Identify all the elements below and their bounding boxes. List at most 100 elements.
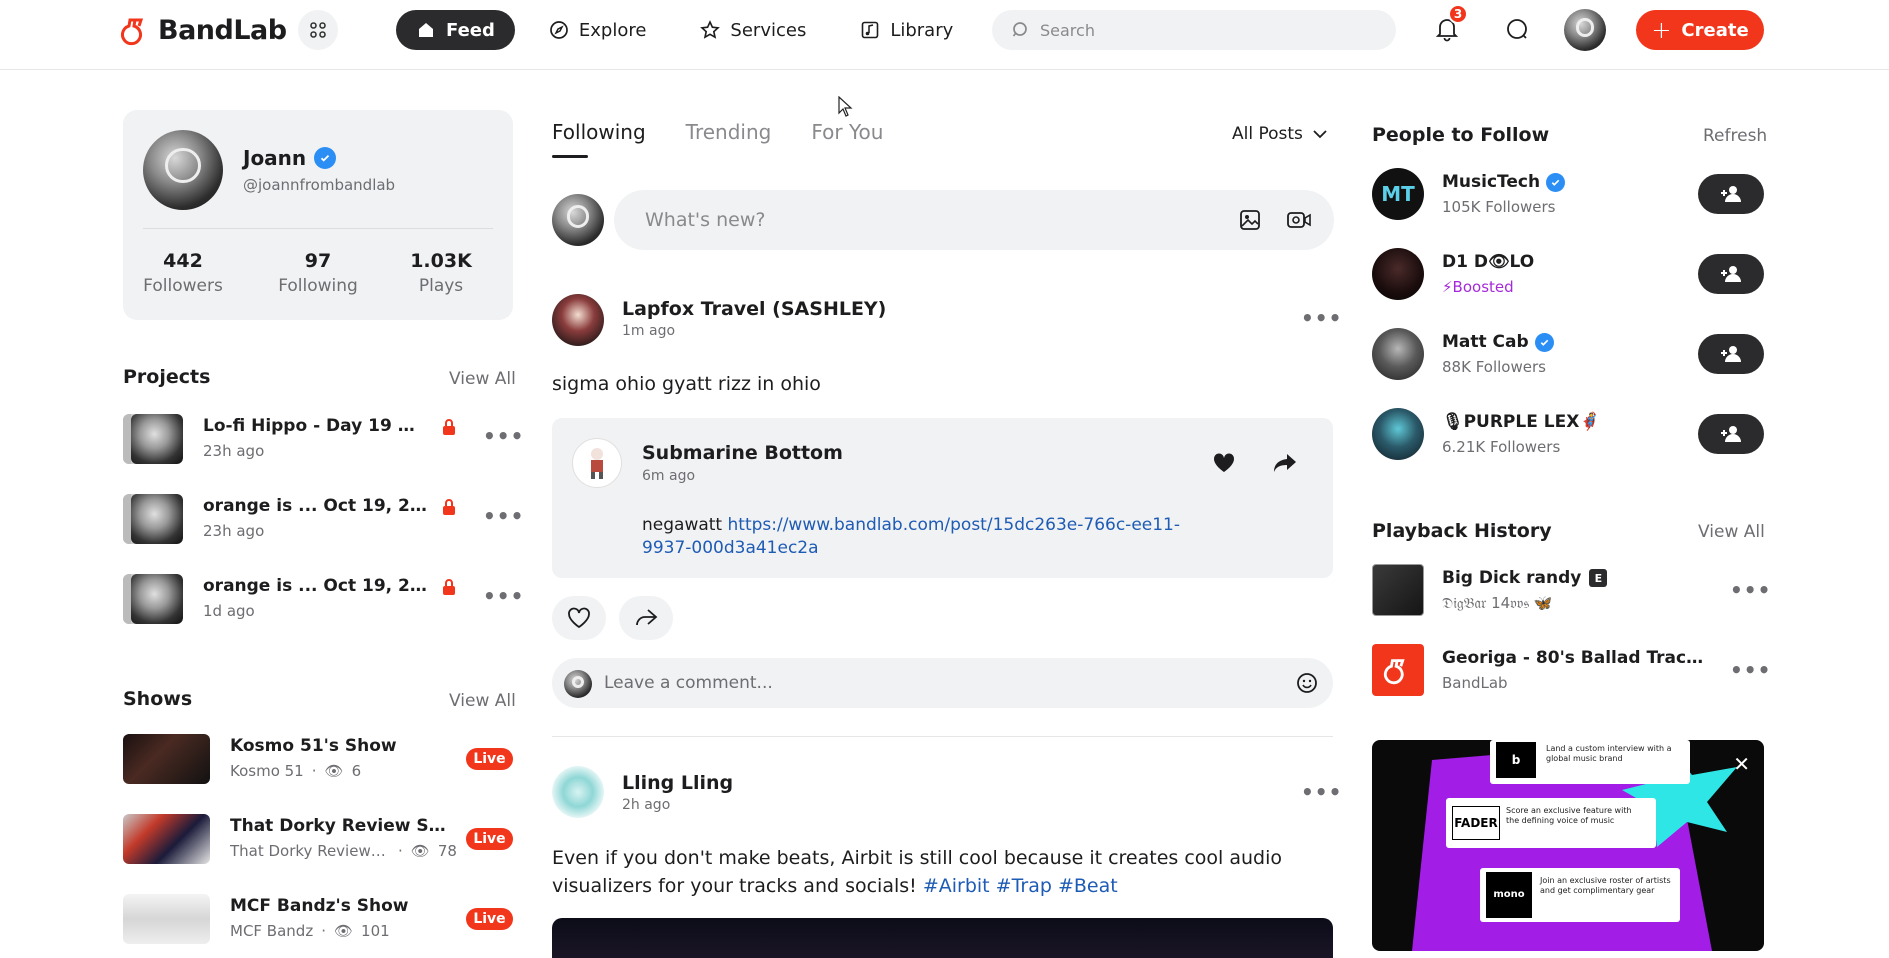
history-track[interactable]: Big Dick randy E 𝔇𝔦𝔤𝔅𝔞𝔯 14𝔳𝔳𝔰 🦋 ••• bbox=[1372, 564, 1770, 624]
search-icon bbox=[1012, 22, 1027, 37]
like-button[interactable] bbox=[552, 596, 606, 640]
posts-filter-dropdown[interactable]: All Posts bbox=[1232, 124, 1327, 144]
suggested-user-name-row: MusicTech bbox=[1442, 172, 1566, 192]
project-item[interactable]: Lo-fi Hippo - Day 19 Oct 2... 23h ago ••… bbox=[123, 410, 523, 470]
stat-label: Plays bbox=[418, 276, 464, 296]
project-item[interactable]: orange is ... Oct 19, 2023, ... 23h ago … bbox=[123, 490, 523, 550]
tab-trending[interactable]: Trending bbox=[686, 120, 772, 158]
profile-name-row[interactable]: Joann bbox=[243, 146, 337, 170]
share-icon[interactable] bbox=[1272, 452, 1298, 474]
create-button[interactable]: + Create bbox=[1636, 10, 1764, 50]
hashtag-link[interactable]: #Trap bbox=[996, 875, 1052, 897]
stat-followers[interactable]: 442 Followers bbox=[123, 250, 243, 296]
profile-avatar[interactable] bbox=[143, 130, 223, 210]
suggested-user[interactable]: 🎙PURPLE LEX🦸 6.21K Followers bbox=[1372, 408, 1764, 468]
user-avatar[interactable] bbox=[1564, 9, 1606, 51]
stat-following[interactable]: 97 Following bbox=[258, 250, 378, 296]
nav-feed[interactable]: Feed bbox=[396, 10, 515, 50]
membership-ad[interactable]: ✕ b Land a custom interview with a globa… bbox=[1372, 740, 1764, 951]
nav-library-label: Library bbox=[890, 19, 954, 41]
stat-plays[interactable]: 1.03K Plays bbox=[381, 250, 501, 296]
shared-post-card[interactable]: Submarine Bottom 6m ago negawatt https:/… bbox=[552, 418, 1333, 578]
ad-card-text: Score an exclusive feature with the defi… bbox=[1506, 806, 1632, 825]
track-title: Georiga - 80's Ballad Track in ... bbox=[1442, 648, 1712, 668]
ad-card-text: Land a custom interview with a global mu… bbox=[1546, 744, 1672, 763]
lightning-icon: ⚡ bbox=[1442, 278, 1453, 296]
suggested-user-avatar[interactable] bbox=[1372, 328, 1424, 380]
post-time: 1m ago bbox=[622, 323, 676, 339]
post-author-name[interactable]: Lling Lling bbox=[622, 772, 733, 794]
projects-view-all-link[interactable]: View All bbox=[449, 369, 516, 389]
search-input[interactable]: Search bbox=[992, 10, 1396, 50]
suggested-user-avatar[interactable] bbox=[1372, 408, 1424, 460]
people-to-follow-heading: People to Follow bbox=[1372, 124, 1550, 146]
shared-post-avatar[interactable] bbox=[572, 438, 622, 488]
boosted-text: Boosted bbox=[1452, 278, 1514, 296]
bandlab-logo[interactable]: BandLab bbox=[120, 14, 287, 46]
stat-value: 97 bbox=[304, 250, 332, 272]
post-author-name[interactable]: Lapfox Travel (SASHLEY) bbox=[622, 298, 886, 320]
post-more-options-icon[interactable]: ••• bbox=[1301, 780, 1342, 804]
lock-icon bbox=[443, 419, 455, 435]
profile-card[interactable]: Joann @joannfrombandlab 442 Followers 97 F… bbox=[123, 110, 513, 320]
show-item[interactable]: Kosmo 51's Show Kosmo 51 · 👁 6 Live bbox=[123, 734, 513, 794]
tab-following[interactable]: Following bbox=[552, 120, 646, 158]
shows-heading: Shows bbox=[123, 688, 193, 710]
playback-history-view-all-link[interactable]: View All bbox=[1698, 522, 1765, 542]
suggested-user-name: 🎙PURPLE LEX🦸 bbox=[1442, 412, 1601, 432]
messages-icon[interactable] bbox=[1502, 14, 1532, 44]
tab-for-you[interactable]: For You bbox=[811, 120, 883, 158]
apps-grid-button[interactable] bbox=[298, 10, 338, 50]
shows-view-all-link[interactable]: View All bbox=[449, 691, 516, 711]
post-author-avatar[interactable] bbox=[552, 294, 604, 346]
suggested-user[interactable]: D1 D👁LO ⚡Boosted bbox=[1372, 248, 1764, 308]
show-item[interactable]: That Dorky Review Show'... That Dorky Re… bbox=[123, 814, 513, 874]
hashtag-link[interactable]: #Beat bbox=[1058, 875, 1118, 897]
show-item[interactable]: MCF Bandz's Show MCF Bandz · 👁 101 Live bbox=[123, 894, 513, 954]
suggested-user[interactable]: Matt Cab 88K Followers bbox=[1372, 328, 1764, 388]
live-badge: Live bbox=[466, 748, 513, 770]
video-upload-icon[interactable] bbox=[1286, 208, 1312, 232]
post-more-options-icon[interactable]: ••• bbox=[1301, 306, 1342, 330]
track-artist[interactable]: BandLab bbox=[1442, 674, 1508, 692]
project-title: Lo-fi Hippo - Day 19 Oct 2... bbox=[203, 416, 428, 436]
post-author-avatar[interactable] bbox=[552, 766, 604, 818]
project-thumbnail bbox=[123, 494, 183, 544]
ad-card-text: Join an exclusive roster of artists and … bbox=[1540, 876, 1671, 895]
compose-input[interactable]: What's new? bbox=[614, 190, 1334, 250]
more-options-icon[interactable]: ••• bbox=[483, 584, 524, 608]
close-ad-icon[interactable]: ✕ bbox=[1733, 752, 1750, 776]
project-time: 23h ago bbox=[203, 442, 265, 460]
emoji-icon[interactable] bbox=[1295, 671, 1319, 695]
suggested-user-followers: 6.21K Followers bbox=[1442, 438, 1561, 456]
more-options-icon[interactable]: ••• bbox=[1730, 578, 1771, 602]
stat-label: Followers bbox=[143, 276, 223, 296]
more-options-icon[interactable]: ••• bbox=[1730, 658, 1771, 682]
suggested-user-avatar[interactable] bbox=[1372, 248, 1424, 300]
more-options-icon[interactable]: ••• bbox=[483, 504, 524, 528]
hashtag-link[interactable]: #Airbit bbox=[923, 875, 990, 897]
project-item[interactable]: orange is ... Oct 19, 2023, ... 1d ago •… bbox=[123, 570, 523, 630]
comment-input[interactable]: Leave a comment... bbox=[552, 658, 1333, 708]
follow-button[interactable] bbox=[1698, 334, 1764, 374]
image-upload-icon[interactable] bbox=[1238, 208, 1262, 232]
post-video[interactable] bbox=[552, 918, 1333, 958]
follow-button[interactable] bbox=[1698, 254, 1764, 294]
refresh-link[interactable]: Refresh bbox=[1703, 126, 1767, 146]
more-options-icon[interactable]: ••• bbox=[483, 424, 524, 448]
track-artist[interactable]: 𝔇𝔦𝔤𝔅𝔞𝔯 14𝔳𝔳𝔰 🦋 bbox=[1442, 594, 1553, 612]
follow-button[interactable] bbox=[1698, 174, 1764, 214]
shared-post-author[interactable]: Submarine Bottom bbox=[642, 442, 843, 464]
nav-services[interactable]: Services bbox=[680, 10, 826, 50]
history-track[interactable]: Georiga - 80's Ballad Track in ... BandL… bbox=[1372, 644, 1770, 704]
share-button[interactable] bbox=[619, 596, 673, 640]
nav-explore[interactable]: Explore bbox=[529, 10, 667, 50]
musictech-avatar[interactable]: MT bbox=[1372, 168, 1424, 220]
follow-button[interactable] bbox=[1698, 414, 1764, 454]
show-meta: MCF Bandz · 👁 101 bbox=[230, 922, 390, 940]
suggested-user[interactable]: MT MusicTech 105K Followers bbox=[1372, 168, 1764, 228]
posts-filter-label: All Posts bbox=[1232, 124, 1303, 144]
heart-filled-icon[interactable] bbox=[1212, 452, 1236, 474]
shared-post-time: 6m ago bbox=[642, 468, 696, 484]
nav-library[interactable]: Library bbox=[840, 10, 973, 50]
